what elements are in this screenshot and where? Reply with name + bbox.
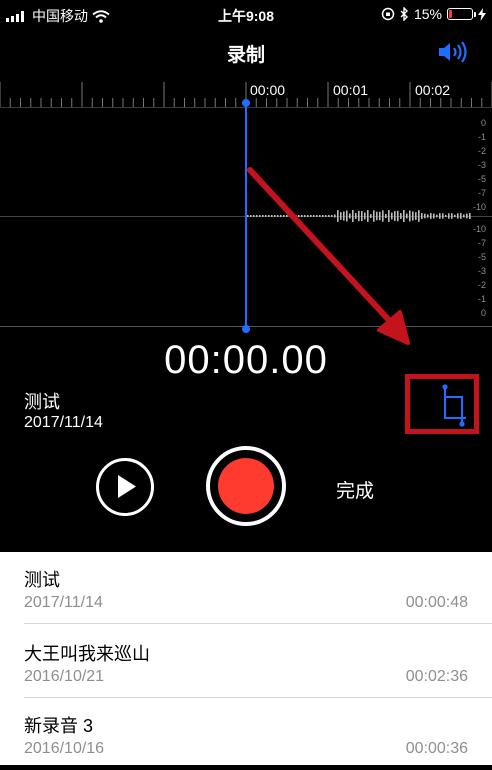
db-label: -2 (477, 146, 486, 156)
battery-fill (449, 10, 452, 18)
play-icon (118, 475, 136, 498)
recording-row-date: 2016/10/16 (24, 740, 105, 757)
recording-row[interactable]: 测试 2017/11/14 00:00:48 (0, 552, 492, 624)
db-label: -5 (477, 252, 486, 262)
recording-row[interactable]: 新录音 3 2016/10/16 00:00:36 (0, 698, 492, 770)
playhead-top-handle[interactable] (241, 99, 250, 107)
recordings-list: 测试 2017/11/14 00:00:48 大王叫我来巡山 2016/10/2… (0, 552, 492, 765)
db-label: 0 (480, 308, 486, 318)
db-label: -5 (477, 174, 486, 184)
waveform-bar (445, 214, 447, 218)
battery-icon (447, 8, 476, 20)
db-label: -3 (477, 266, 486, 276)
time-label-0: 00:00 (250, 82, 286, 98)
done-button[interactable]: 完成 (336, 476, 374, 503)
charging-icon (478, 7, 486, 21)
recording-row-duration: 00:02:36 (405, 668, 468, 685)
play-button[interactable] (96, 458, 154, 516)
recording-row-date: 2017/11/14 (24, 594, 103, 611)
waveform-bar (460, 213, 462, 219)
speaker-icon[interactable] (437, 40, 469, 64)
recording-row-duration: 00:00:36 (405, 740, 468, 757)
recording-row-duration: 00:00:48 (405, 594, 468, 611)
db-label: -7 (477, 188, 486, 198)
time-label-2: 00:02 (415, 82, 451, 98)
db-label: -1 (477, 294, 486, 304)
record-button[interactable] (206, 446, 286, 526)
waveform-bar (463, 214, 465, 218)
db-label: -7 (477, 238, 486, 248)
recording-row-title: 新录音 3 (24, 716, 94, 736)
db-label: -2 (477, 280, 486, 290)
db-label: 0 (480, 118, 486, 128)
waveform-bar (451, 213, 453, 219)
db-label: -3 (477, 160, 486, 170)
recording-row-title: 测试 (24, 570, 60, 590)
recording-date: 2017/11/14 (24, 414, 103, 431)
db-label: -10 (472, 202, 486, 212)
db-label: -10 (472, 224, 486, 234)
recording-row-date: 2016/10/21 (24, 668, 105, 685)
page-title: 录制 (226, 45, 265, 66)
recording-row[interactable]: 大王叫我来巡山 2016/10/21 00:02:36 (0, 626, 492, 698)
db-label: -1 (477, 132, 486, 142)
waveform-bar (469, 213, 471, 219)
orientation-lock-icon (381, 7, 395, 21)
recording-row-title: 大王叫我来巡山 (24, 644, 150, 664)
waveform-bar (442, 213, 444, 219)
waveform-bar (457, 213, 459, 219)
battery-percent: 15% (413, 6, 442, 22)
status-bar: 中国移动 上午9:08 15% (0, 0, 492, 30)
recording-title[interactable]: 测试 (24, 388, 60, 414)
trim-icon[interactable] (438, 382, 470, 428)
time-label-1: 00:01 (333, 82, 369, 98)
waveform-bar (466, 213, 468, 219)
record-icon (218, 458, 274, 514)
bluetooth-icon (400, 7, 408, 21)
status-right: 15% (381, 6, 486, 22)
row-divider (24, 623, 492, 624)
annotation-arrow (247, 167, 410, 345)
waveform-bar (448, 213, 450, 219)
waveform-bar (454, 214, 456, 218)
